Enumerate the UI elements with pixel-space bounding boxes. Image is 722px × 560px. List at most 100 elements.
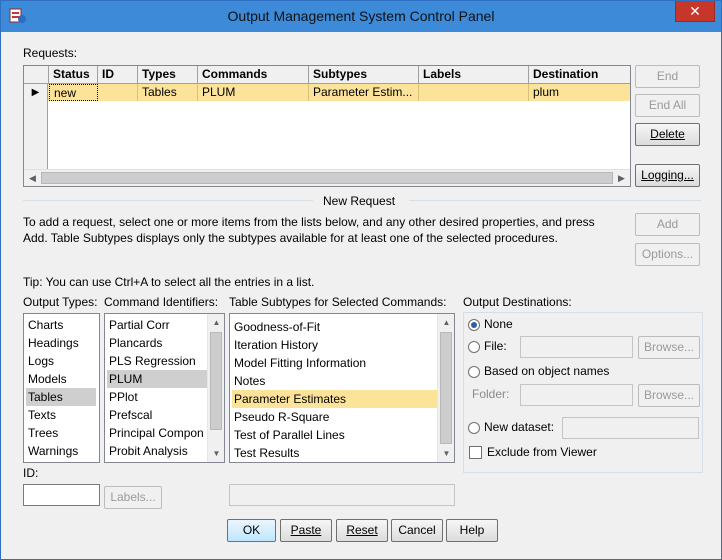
scroll-up-icon[interactable]: ▲ xyxy=(208,314,224,331)
help-button[interactable]: Help xyxy=(446,519,498,542)
list-item[interactable]: PPlot xyxy=(107,388,207,406)
list-item[interactable]: Test of Parallel Lines xyxy=(232,426,437,444)
scroll-down-icon[interactable]: ▼ xyxy=(438,445,454,462)
list-item[interactable]: Goodness-of-Fit xyxy=(232,318,437,336)
list-item[interactable]: Charts xyxy=(26,316,96,334)
table-row[interactable]: ▶ new Tables PLUM Parameter Estim... plu… xyxy=(24,84,630,101)
list-item[interactable]: Probit Analysis xyxy=(107,442,207,460)
horizontal-scrollbar[interactable]: ◀ ▶ xyxy=(24,169,630,186)
end-all-button[interactable]: End All xyxy=(635,94,700,117)
file-path-field[interactable] xyxy=(520,336,633,358)
command-identifiers-list[interactable]: Partial Corr Plancards PLS Regression PL… xyxy=(104,313,225,463)
file-radio[interactable] xyxy=(468,341,480,353)
tip-text: Tip: You can use Ctrl+A to select all th… xyxy=(23,275,315,289)
object-names-radio[interactable] xyxy=(468,366,480,378)
options-button[interactable]: Options... xyxy=(635,243,700,266)
column-header-id[interactable]: ID xyxy=(98,66,138,84)
list-item[interactable]: Warnings xyxy=(26,442,96,460)
delete-button[interactable]: Delete xyxy=(635,123,700,146)
folder-browse-button[interactable]: Browse... xyxy=(638,384,700,407)
title-bar: Output Management System Control Panel ✕ xyxy=(1,1,721,32)
output-types-list[interactable]: Charts Headings Logs Models Tables Texts… xyxy=(23,313,100,463)
row-header-area xyxy=(24,101,48,169)
instructions-line-2: Add. Table Subtypes displays only the su… xyxy=(23,231,558,245)
scrollbar-thumb[interactable] xyxy=(210,332,222,430)
object-names-label: Based on object names xyxy=(484,364,610,378)
column-header-labels[interactable]: Labels xyxy=(419,66,529,84)
column-header-subtypes[interactable]: Subtypes xyxy=(309,66,419,84)
divider-left xyxy=(23,200,313,201)
paste-button[interactable]: Paste xyxy=(280,519,332,542)
file-browse-button[interactable]: Browse... xyxy=(638,336,700,359)
list-item[interactable]: Pseudo R-Square xyxy=(232,408,437,426)
file-label: File: xyxy=(484,339,507,353)
list-item[interactable]: Partial Corr xyxy=(107,316,207,334)
scroll-right-icon[interactable]: ▶ xyxy=(613,170,630,186)
list-item[interactable]: Principal Compon xyxy=(107,424,207,442)
list-item[interactable]: Logs xyxy=(26,352,96,370)
column-header-destination[interactable]: Destination xyxy=(529,66,630,84)
scroll-down-icon[interactable]: ▼ xyxy=(208,445,224,462)
window-title: Output Management System Control Panel xyxy=(227,8,495,24)
paste-label: Paste xyxy=(290,523,322,537)
requests-grid[interactable]: Status ID Types Commands Subtypes Labels… xyxy=(23,65,631,187)
list-item[interactable]: Iteration History xyxy=(232,336,437,354)
none-radio[interactable] xyxy=(468,319,480,331)
folder-field[interactable] xyxy=(520,384,633,406)
list-item[interactable]: Prefscal xyxy=(107,406,207,424)
list-item[interactable]: Plancards xyxy=(107,334,207,352)
row-header-corner xyxy=(24,66,49,84)
logging-label: Logging... xyxy=(641,168,694,182)
reset-button[interactable]: Reset xyxy=(336,519,388,542)
vertical-scrollbar[interactable]: ▲ ▼ xyxy=(207,314,224,462)
list-item[interactable]: PLS Regression xyxy=(107,352,207,370)
ok-button[interactable]: OK xyxy=(227,519,276,542)
cell-commands[interactable]: PLUM xyxy=(198,84,309,101)
scrollbar-thumb[interactable] xyxy=(440,332,452,444)
add-button[interactable]: Add xyxy=(635,213,700,236)
labels-button[interactable]: Labels... xyxy=(104,486,162,509)
close-button[interactable]: ✕ xyxy=(675,1,715,22)
logging-button[interactable]: Logging... xyxy=(635,164,700,187)
list-item[interactable]: Texts xyxy=(26,406,96,424)
scrollbar-thumb[interactable] xyxy=(41,172,613,184)
output-destinations-label: Output Destinations: xyxy=(463,295,572,309)
instructions-line-1: To add a request, select one or more ite… xyxy=(23,215,595,229)
cell-id[interactable] xyxy=(98,84,138,101)
scroll-up-icon[interactable]: ▲ xyxy=(438,314,454,331)
cancel-button[interactable]: Cancel xyxy=(391,519,443,542)
none-label: None xyxy=(484,317,513,331)
labels-display-field xyxy=(229,484,455,506)
exclude-viewer-checkbox[interactable] xyxy=(469,446,482,459)
grid-header: Status ID Types Commands Subtypes Labels… xyxy=(24,66,630,84)
id-input[interactable] xyxy=(23,484,100,506)
list-item[interactable]: Models xyxy=(26,370,96,388)
list-item-selected[interactable]: PLUM xyxy=(107,370,207,388)
row-marker-icon: ▶ xyxy=(24,84,48,101)
cell-types[interactable]: Tables xyxy=(138,84,198,101)
scroll-left-icon[interactable]: ◀ xyxy=(24,170,41,186)
column-header-types[interactable]: Types xyxy=(138,66,198,84)
list-item[interactable]: Test Results xyxy=(232,444,437,462)
folder-label: Folder: xyxy=(472,387,510,401)
list-item-selected[interactable]: Tables xyxy=(26,388,96,406)
cell-labels[interactable] xyxy=(419,84,529,101)
cell-destination[interactable]: plum xyxy=(529,84,630,101)
exclude-viewer-label: Exclude from Viewer xyxy=(487,445,597,459)
new-dataset-label: New dataset: xyxy=(484,420,555,434)
vertical-scrollbar[interactable]: ▲ ▼ xyxy=(437,314,454,462)
cell-subtypes[interactable]: Parameter Estim... xyxy=(309,84,419,101)
command-identifiers-label: Command Identifiers: xyxy=(104,295,219,309)
new-dataset-radio[interactable] xyxy=(468,422,480,434)
column-header-commands[interactable]: Commands xyxy=(198,66,309,84)
table-subtypes-list[interactable]: Goodness-of-Fit Iteration History Model … xyxy=(229,313,455,463)
list-item[interactable]: Headings xyxy=(26,334,96,352)
list-item[interactable]: Notes xyxy=(232,372,437,390)
new-dataset-field[interactable] xyxy=(562,417,699,439)
end-button[interactable]: End xyxy=(635,65,700,88)
cell-status[interactable]: new xyxy=(49,84,98,101)
column-header-status[interactable]: Status xyxy=(49,66,98,84)
list-item[interactable]: Trees xyxy=(26,424,96,442)
list-item-selected[interactable]: Parameter Estimates xyxy=(232,390,437,408)
list-item[interactable]: Model Fitting Information xyxy=(232,354,437,372)
